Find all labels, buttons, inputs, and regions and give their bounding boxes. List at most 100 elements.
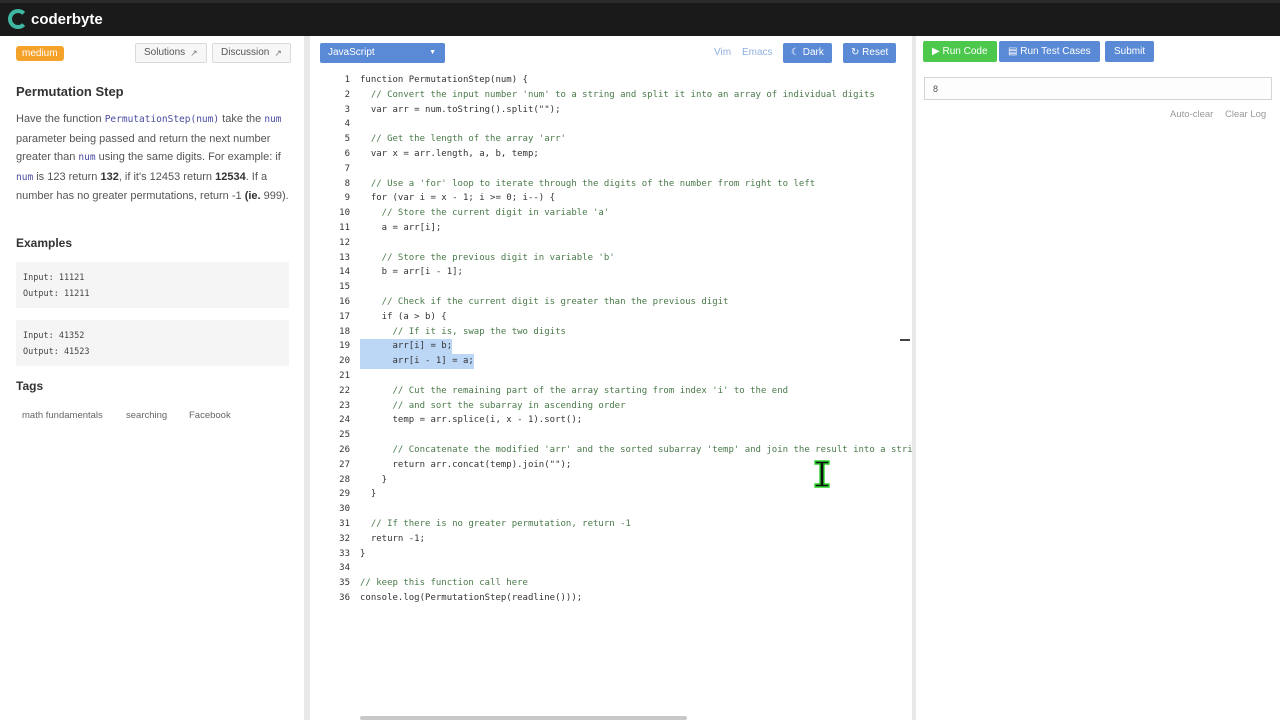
brand-name: coderbyte [31, 10, 103, 28]
line-number: 19 [339, 341, 350, 352]
discussion-label: Discussion [221, 47, 270, 58]
desc-text: Have the function [16, 113, 102, 125]
desc-bold: 12534 [215, 170, 246, 183]
reset-button[interactable]: ↻ Reset [843, 43, 897, 63]
text-cursor-icon [814, 460, 830, 488]
code-line: // Cut the remaining part of the array s… [360, 385, 789, 396]
submit-button[interactable]: Submit [1105, 41, 1155, 62]
moon-icon: ☾ [791, 47, 800, 58]
line-number: 25 [339, 430, 350, 441]
line-number: 2 [344, 89, 350, 100]
problem-title: Permutation Step [16, 84, 124, 99]
vim-mode-link[interactable]: Vim [714, 47, 731, 58]
desc-text: using the same digits. For example: if [98, 151, 281, 163]
code-line: var x = arr.length, a, b, temp; [360, 149, 539, 159]
line-number: 20 [339, 356, 350, 367]
problem-panel: medium Solutions ↗ Discussion ↗ Permutat… [0, 36, 304, 720]
dark-theme-button[interactable]: ☾ Dark [783, 43, 832, 63]
logo[interactable]: coderbyte [8, 9, 103, 29]
line-number: 36 [339, 593, 350, 603]
clear-log-link[interactable]: Clear Log [1225, 109, 1266, 120]
line-number: 11 [339, 223, 350, 233]
code-line: var arr = num.toString().split(""); [360, 104, 561, 115]
desc-bold: (ie. [244, 190, 261, 202]
desc-text: , if it's 12453 return [118, 170, 213, 183]
test-icon: ▤ [1008, 46, 1018, 57]
run-test-cases-button[interactable]: ▤ Run Test Cases [999, 41, 1100, 62]
language-select[interactable]: JavaScript ▼ [320, 43, 445, 63]
examples-heading: Examples [16, 236, 73, 250]
line-number: 34 [339, 563, 350, 574]
desc-text: is 123 return [36, 170, 98, 183]
refresh-icon: ↻ [851, 47, 860, 58]
code-line: b = arr[i - 1]; [360, 267, 463, 278]
emacs-mode-link[interactable]: Emacs [742, 47, 773, 58]
run-test-cases-label: Run Test Cases [1020, 46, 1091, 57]
solutions-button[interactable]: Solutions ↗ [135, 43, 207, 63]
line-number: 9 [344, 193, 350, 204]
line-number: 1 [344, 75, 350, 85]
run-code-label: Run Code [942, 46, 988, 57]
dark-label: Dark [802, 47, 824, 58]
reset-label: Reset [862, 47, 889, 58]
code-line: // and sort the subarray in ascending or… [360, 400, 626, 411]
scroll-marker [900, 339, 910, 341]
line-number: 17 [339, 311, 350, 322]
tag-math-fundamentals[interactable]: math fundamentals [22, 410, 103, 421]
code-line: } [360, 489, 377, 500]
line-number: 8 [344, 178, 350, 189]
external-link-icon: ↗ [274, 48, 282, 58]
desc-text: take the [222, 113, 262, 125]
line-number: 3 [344, 104, 350, 115]
line-number: 18 [339, 326, 350, 337]
code-line: // If it is, swap the two digits [360, 326, 566, 337]
tags-heading: Tags [16, 379, 44, 393]
coderbyte-logo-icon [8, 9, 28, 29]
line-number: 26 [339, 445, 350, 455]
code-editor[interactable]: function PermutationStep(num) { // Conve… [360, 73, 912, 713]
code-line: function PermutationStep(num) { [360, 75, 528, 85]
desc-code: num [16, 171, 34, 183]
line-number: 35 [339, 578, 350, 589]
example-input: Input: 11121 [23, 273, 85, 283]
line-number: 24 [339, 415, 350, 426]
desc-code: num [264, 114, 282, 125]
console-panel: ▶ Run Code ▤ Run Test Cases Submit 8 Aut… [916, 36, 1280, 720]
top-bar: coderbyte [0, 0, 1280, 36]
run-code-button[interactable]: ▶ Run Code [923, 41, 997, 62]
discussion-button[interactable]: Discussion ↗ [212, 43, 291, 63]
auto-clear-toggle[interactable]: Auto-clear [1170, 109, 1213, 120]
code-line: a = arr[i]; [360, 223, 442, 233]
code-line: arr[i - 1] = a; [360, 354, 474, 369]
code-line: console.log(PermutationStep(readline()))… [360, 593, 583, 603]
line-number: 13 [339, 252, 350, 263]
external-link-icon: ↗ [190, 48, 198, 58]
code-line: // If there is no greater permutation, r… [360, 519, 631, 529]
line-number: 5 [344, 134, 350, 145]
code-line: // Get the length of the array 'arr' [360, 134, 566, 145]
submit-label: Submit [1114, 46, 1146, 57]
example-input: Input: 41352 [23, 331, 85, 341]
code-line: arr[i] = b; [360, 339, 453, 355]
line-number: 10 [339, 208, 350, 219]
tag-facebook[interactable]: Facebook [189, 410, 231, 421]
desc-code: num [78, 152, 96, 163]
code-line: } [360, 474, 388, 485]
desc-text: 999). [263, 190, 289, 202]
horizontal-scrollbar[interactable] [360, 716, 687, 720]
caret-down-icon: ▼ [429, 49, 436, 56]
code-line: // keep this function call here [360, 578, 528, 589]
line-number: 23 [339, 400, 350, 411]
code-line: // Check if the current digit is greater… [360, 297, 729, 307]
console-input[interactable]: 8 [924, 77, 1272, 100]
line-number: 30 [339, 504, 350, 515]
example-output: Output: 41523 [23, 347, 90, 357]
example-output: Output: 11211 [23, 289, 90, 299]
code-line: // Concatenate the modified 'arr' and th… [360, 445, 913, 455]
code-line: } [360, 548, 366, 559]
line-number: 27 [339, 459, 350, 470]
line-number: 32 [339, 533, 350, 544]
line-number: 31 [339, 519, 350, 529]
example-block: Input: 41352 Output: 41523 [16, 320, 289, 366]
tag-searching[interactable]: searching [126, 410, 167, 421]
